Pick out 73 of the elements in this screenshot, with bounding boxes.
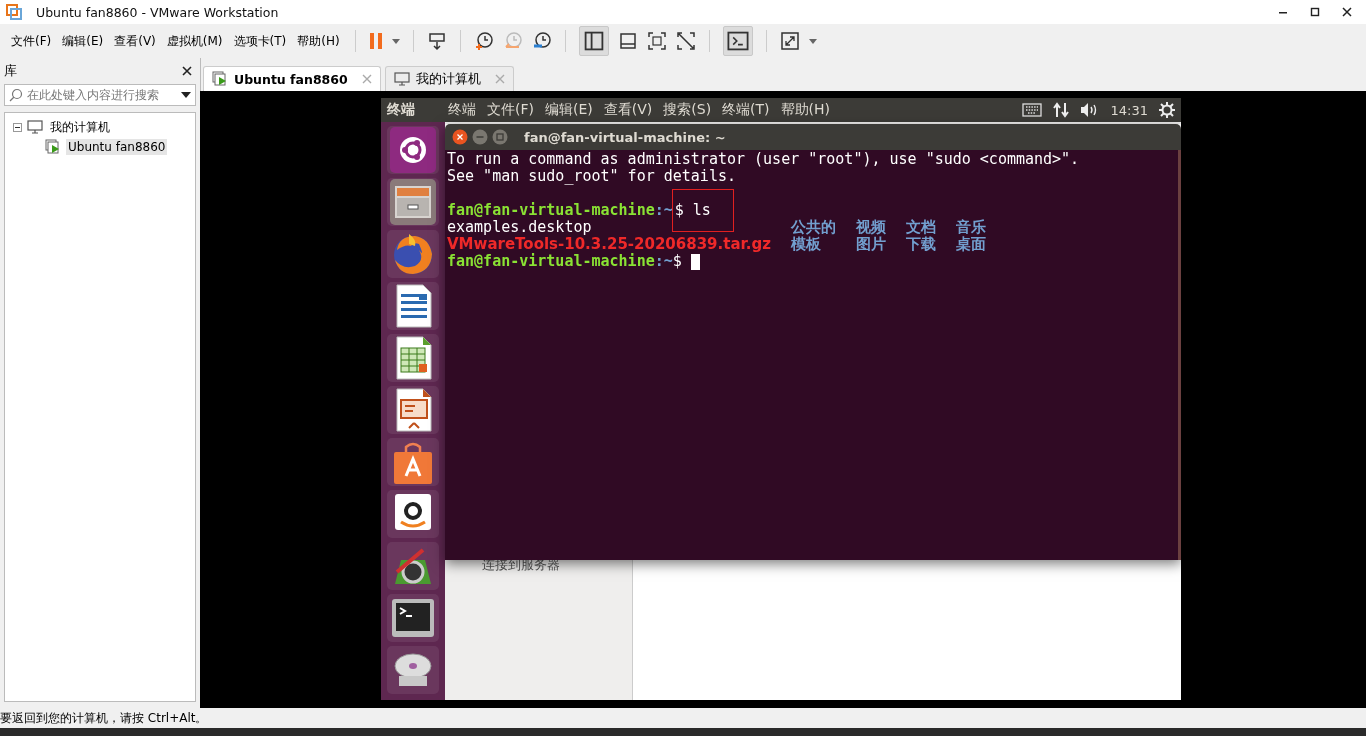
snapshot-icon[interactable] [473,31,494,51]
tab[interactable]: 我的计算机 [384,66,514,91]
stretch-icon[interactable] [779,31,800,51]
command-text: ls [692,202,711,219]
file-name: 下载 [905,236,936,253]
prompt-path: :~ [654,253,673,270]
tree-item[interactable]: 我的计算机 [48,117,112,137]
menu-item[interactable]: 帮助(H) [780,101,831,119]
menu-item[interactable]: 文件(F) [487,101,534,119]
menu-item[interactable]: 搜索(S) [663,101,712,119]
unity-icon[interactable] [675,31,696,51]
app-name: 终端 [387,101,415,119]
sidebar-view-icon[interactable] [578,26,609,56]
thumbnail-view-icon[interactable] [617,31,638,51]
close-icon[interactable] [452,129,468,145]
terminal-line: To run a command as administrator (user "root"), use "sudo <command>". [447,151,1081,168]
file-name: VMwareTools-10.3.25-20206839.tar.gz [447,236,771,253]
status-text: 要返回到您的计算机，请按 Ctrl+Alt。 [0,709,208,727]
terminal-title: fan@fan-virtual-machine: ~ [524,129,726,145]
terminal-line: See "man sudo_root" for details. [447,168,737,185]
file-name: 文档 [905,219,936,236]
monitor-icon [27,120,43,134]
menu-item[interactable]: 选项卡(T) [233,32,287,50]
caret-icon[interactable] [391,38,400,44]
file-name: 桌面 [955,236,986,253]
dropdown-icon[interactable] [181,92,191,98]
prompt-path: :~ [654,202,673,219]
monitor-icon [393,72,410,86]
clock[interactable]: 14:31 [1110,102,1148,118]
menu-item[interactable]: 终端 [448,101,476,119]
app-logo-icon [6,4,22,20]
search-icon [9,88,23,102]
pause-icon[interactable] [368,32,383,50]
vm-screen[interactable] [200,91,1366,708]
prompt-symbol: $ [674,202,684,219]
menu-item[interactable]: 虚拟机(M) [166,32,223,50]
menu-item[interactable]: 编辑(E) [62,32,104,50]
maximize-icon[interactable] [1310,7,1320,17]
close-icon[interactable] [182,66,192,76]
fullscreen-icon[interactable] [646,31,667,51]
prompt-user-host: fan@fan-virtual-machine [447,253,655,270]
file-name: 图片 [855,236,886,253]
file-cabinet-icon[interactable] [389,178,437,226]
prompt-symbol: $ [672,253,682,270]
file-name: examples.desktop [447,219,593,236]
library-title: 库 [4,62,17,80]
menu-item[interactable]: 文件(F) [11,32,52,50]
caret-icon[interactable] [808,38,817,44]
window-title: Ubuntu fan8860 - VMware Workstation [36,4,279,20]
file-name: 音乐 [955,219,986,236]
menu-item[interactable]: 编辑(E) [545,101,593,119]
close-icon[interactable] [1342,7,1352,17]
menu-item[interactable]: 查看(V) [603,101,653,119]
power-icon[interactable] [1159,102,1175,118]
collapse-icon[interactable] [13,122,22,132]
menu-item[interactable]: 查看(V) [114,32,156,50]
tree-item[interactable]: Ubuntu fan8860 [66,139,168,155]
console-icon[interactable] [722,26,753,56]
file-name: 公共的 [790,219,836,236]
search-field[interactable]: 在此处键入内容进行搜索 [4,84,196,106]
snapshot-manager-icon[interactable] [531,31,552,51]
vm-icon [45,139,61,155]
file-name: 模板 [790,236,822,253]
keyboard-icon[interactable] [1021,103,1042,117]
network-icon[interactable] [1052,102,1069,118]
menu-item[interactable]: 帮助(H) [297,32,340,50]
menu-item[interactable]: 终端(T) [722,101,770,119]
prompt-user-host: fan@fan-virtual-machine [447,202,655,219]
send-keys-icon[interactable] [426,31,447,51]
file-name: 视频 [855,219,886,236]
ubuntu-logo-icon[interactable] [389,126,437,174]
tab[interactable]: Ubuntu fan8860 [203,66,381,91]
vm-icon [212,71,228,87]
